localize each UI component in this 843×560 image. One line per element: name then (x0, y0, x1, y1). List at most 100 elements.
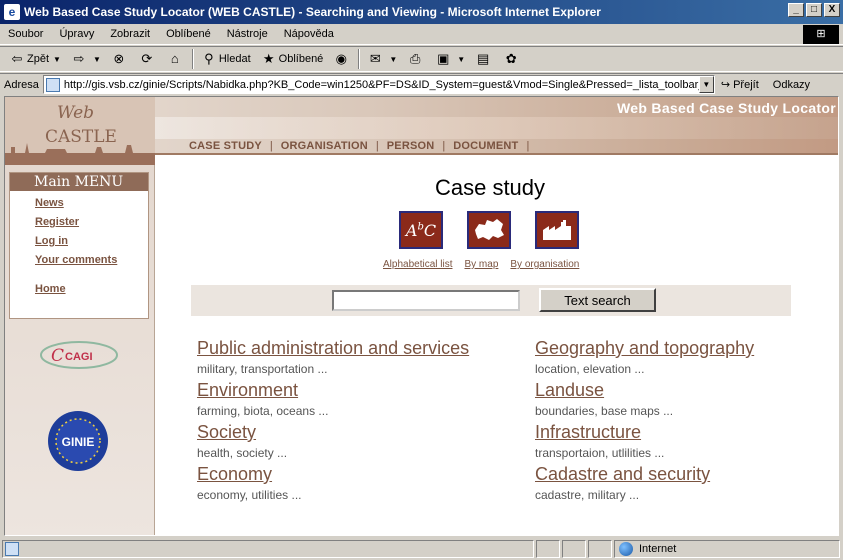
search-label: Hledat (218, 53, 251, 65)
organisation-icon[interactable] (535, 211, 579, 249)
search-button[interactable]: ⚲ Hledat (198, 48, 254, 70)
back-button[interactable]: ⇦ Zpět ▼ (6, 48, 64, 70)
home-button[interactable]: ⌂ (164, 48, 188, 70)
site-title: Web Based Case Study Locator (617, 100, 836, 116)
menu-view[interactable]: Zobrazit (102, 28, 158, 40)
menu-your-comments[interactable]: Your comments (35, 254, 117, 266)
category-link[interactable]: Environment (197, 379, 527, 401)
menu-home[interactable]: Home (35, 283, 66, 295)
nav-organisation[interactable]: ORGANISATION (281, 140, 368, 152)
media-button[interactable]: ◉ (330, 48, 354, 70)
category-subtext: cadastre, military ... (535, 488, 640, 502)
menu-register[interactable]: Register (35, 216, 79, 228)
category-subtext: transportaion, utlilities ... (535, 446, 665, 460)
site-nav: CASE STUDY | ORGANISATION | PERSON | DOCUME… (155, 139, 838, 155)
category-subtext: location, elevation ... (535, 362, 645, 376)
menu-tools[interactable]: Nástroje (219, 28, 276, 40)
address-input[interactable]: http://gis.vsb.cz/ginie/Scripts/Nabidka.… (42, 75, 715, 94)
favorites-button[interactable]: ★ Oblíbené (258, 48, 327, 70)
menu-bar: Soubor Úpravy Zobrazit Oblíbené Nástroje… (0, 24, 843, 45)
browser-toolbar: ⇦ Zpět ▼ ⇨ ▼ ⊗ ⟳ ⌂ ⚲ Hledat ★ Oblíbené ◉… (0, 46, 843, 72)
status-message (2, 540, 534, 558)
category-item: Economy economy, utilities ... (197, 463, 527, 505)
category-subtext: farming, biota, oceans ... (197, 404, 329, 418)
nav-person[interactable]: PERSON (387, 140, 435, 152)
page-viewport: Web Based Case Study Locator Web CASTLE … (4, 96, 839, 536)
category-item: Public administration and services milit… (197, 337, 527, 379)
windows-logo-icon: ⊞ (803, 25, 839, 44)
category-subtext: military, transportation ... (197, 362, 328, 376)
globe-icon (619, 542, 633, 556)
forward-button[interactable]: ⇨ ▼ (68, 48, 104, 70)
minimize-button[interactable]: _ (788, 3, 804, 17)
category-item: Environment farming, biota, oceans ... (197, 379, 527, 421)
address-label: Adresa (4, 78, 39, 91)
alphabet-icon[interactable]: AbC (399, 211, 443, 249)
chevron-down-icon: ▼ (53, 54, 61, 64)
status-cell (562, 540, 586, 558)
category-link[interactable]: Public administration and services (197, 337, 527, 359)
main-menu: Main MENU News Register Log in Your comm… (9, 172, 149, 319)
menu-file[interactable]: Soubor (0, 28, 51, 40)
menu-edit[interactable]: Úpravy (51, 28, 102, 40)
stop-button[interactable]: ⊗ (108, 48, 132, 70)
category-link[interactable]: Society (197, 421, 527, 443)
ginie-logo[interactable]: GINIE (47, 410, 109, 472)
maximize-button[interactable]: □ (806, 3, 822, 17)
main-menu-heading: Main MENU (10, 173, 148, 191)
svg-text:C: C (51, 346, 64, 366)
menu-favorites[interactable]: Oblíbené (158, 28, 219, 40)
address-dropdown-icon[interactable]: ▼ (698, 76, 714, 93)
category-link[interactable]: Economy (197, 463, 527, 485)
security-zone: Internet (614, 540, 840, 558)
messenger-button[interactable]: ✿ (500, 48, 524, 70)
print-button[interactable]: ⎙ (404, 48, 428, 70)
cagi-text: CAGI (65, 351, 93, 363)
close-button[interactable]: X (824, 3, 840, 17)
favorites-label: Oblíbené (278, 53, 324, 65)
edit-button[interactable]: ▣ ▼ (432, 48, 468, 70)
main-content: Case study AbC Alphabetical list By map … (155, 155, 838, 535)
logo-text-web: Web (57, 103, 95, 123)
forward-arrow-icon: ⇨ (73, 51, 85, 66)
category-link[interactable]: Geography and topography (535, 337, 838, 359)
discuss-button[interactable]: ▤ (472, 48, 496, 70)
nav-document[interactable]: DOCUMENT (453, 140, 518, 152)
by-organisation-link[interactable]: By organisation (510, 259, 579, 270)
category-link[interactable]: Infrastructure (535, 421, 838, 443)
window-title: Web Based Case Study Locator (WEB CASTLE… (24, 5, 601, 19)
links-button[interactable]: Odkazy (773, 79, 810, 91)
refresh-button[interactable]: ⟳ (136, 48, 160, 70)
search-bar: Text search (191, 285, 791, 316)
menu-news[interactable]: News (35, 197, 64, 209)
go-label: Přejít (733, 78, 759, 91)
page-title: Case study (434, 175, 546, 200)
cagi-logo[interactable]: C CAGI (39, 335, 119, 375)
alphabetical-list-link[interactable]: Alphabetical list (383, 259, 452, 270)
back-arrow-icon: ⇦ (11, 51, 23, 66)
by-map-link[interactable]: By map (464, 259, 498, 270)
view-links: Alphabetical list By map By organisation (383, 259, 579, 270)
site-logo[interactable]: Web CASTLE (5, 97, 155, 165)
window-title-bar: e Web Based Case Study Locator (WEB CAST… (0, 0, 843, 24)
category-link[interactable]: Landuse (535, 379, 838, 401)
mail-button[interactable]: ✉ ▼ (364, 48, 400, 70)
menu-log-in[interactable]: Log in (35, 235, 68, 247)
address-bar: Adresa http://gis.vsb.cz/ginie/Scripts/N… (0, 73, 843, 95)
toolbar-separator (191, 49, 194, 69)
category-item: Geography and topography location, eleva… (535, 337, 838, 379)
category-subtext: economy, utilities ... (197, 488, 302, 502)
view-icons: AbC (399, 211, 579, 249)
map-icon[interactable] (467, 211, 511, 249)
menu-help[interactable]: Nápověda (276, 28, 342, 40)
search-input[interactable] (332, 290, 520, 311)
chevron-down-icon: ▼ (457, 54, 466, 64)
category-item: Cadastre and security cadastre, military… (535, 463, 838, 505)
text-search-button[interactable]: Text search (539, 288, 656, 312)
category-link[interactable]: Cadastre and security (535, 463, 838, 485)
messenger-icon: ✿ (505, 51, 517, 66)
stop-icon: ⊗ (113, 51, 125, 66)
nav-case-study[interactable]: CASE STUDY (189, 140, 262, 152)
print-icon: ⎙ (410, 51, 421, 66)
go-button[interactable]: ↪ Přejít (721, 78, 759, 92)
